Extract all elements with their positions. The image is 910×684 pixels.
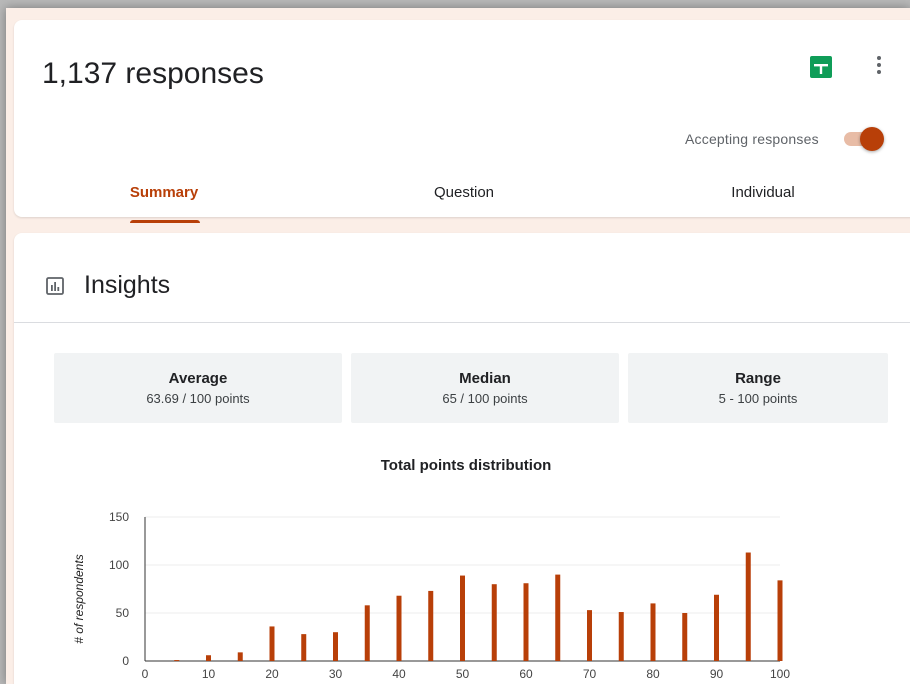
x-tick-label: 50 xyxy=(456,667,470,681)
chart-bar xyxy=(364,605,370,661)
x-tick-label: 80 xyxy=(646,667,660,681)
chart-bar xyxy=(587,610,592,661)
responses-panel: 1,137 responses Accepting responses Summ… xyxy=(6,8,910,684)
chart-bar xyxy=(237,652,243,661)
x-tick-label: 90 xyxy=(710,667,724,681)
chart-bar xyxy=(618,612,624,661)
active-tab-indicator xyxy=(130,220,200,223)
x-tick-label: 60 xyxy=(519,667,533,681)
toggle-thumb xyxy=(860,127,884,151)
chart-bar xyxy=(174,660,180,662)
chart-bar xyxy=(333,632,338,661)
chart-bar xyxy=(777,580,783,661)
points-distribution-chart: 0 50 100 150 0 10 20 30 40 50 60 70 80 90 100 # of resp… xyxy=(72,510,790,681)
x-tick-label: 100 xyxy=(770,667,790,681)
y-axis-title: # of respondents xyxy=(72,554,86,643)
chart-bar xyxy=(460,575,465,661)
chart-bar xyxy=(396,595,402,661)
more-options-icon[interactable] xyxy=(874,54,884,80)
chart-bar xyxy=(206,655,211,661)
accepting-responses-label: Accepting responses xyxy=(685,131,819,147)
chart-bar xyxy=(714,594,719,661)
y-tick-label: 150 xyxy=(109,510,129,524)
chart-bar xyxy=(428,590,434,661)
responses-count-title: 1,137 responses xyxy=(42,57,264,90)
chart-bar xyxy=(555,574,561,661)
responses-header-card: 1,137 responses Accepting responses Summ… xyxy=(14,20,910,223)
x-tick-label: 20 xyxy=(265,667,279,681)
chart-bar xyxy=(745,552,751,661)
insights-card: Insights Average 63.69 / 100 points Medi… xyxy=(14,233,910,684)
tab-individual[interactable]: Individual xyxy=(683,184,843,201)
x-tick-label: 70 xyxy=(583,667,597,681)
x-tick-label: 0 xyxy=(142,667,149,681)
chart-bar xyxy=(491,584,497,661)
y-tick-label: 50 xyxy=(116,606,130,620)
chart-bar xyxy=(301,634,307,661)
chart-bar xyxy=(650,603,656,661)
accepting-responses-toggle[interactable] xyxy=(840,124,888,154)
chart-bar xyxy=(269,626,275,661)
tab-summary[interactable]: Summary xyxy=(84,184,244,201)
x-tick-label: 40 xyxy=(392,667,406,681)
sheets-icon-bar-v xyxy=(819,64,823,74)
google-sheets-icon[interactable] xyxy=(810,56,832,78)
x-tick-label: 10 xyxy=(202,667,216,681)
x-tick-label: 30 xyxy=(329,667,343,681)
chart-bar xyxy=(523,583,529,661)
y-tick-label: 100 xyxy=(109,558,129,572)
chart-bar xyxy=(682,613,688,661)
y-tick-label: 0 xyxy=(122,654,129,668)
tab-question[interactable]: Question xyxy=(384,184,544,201)
